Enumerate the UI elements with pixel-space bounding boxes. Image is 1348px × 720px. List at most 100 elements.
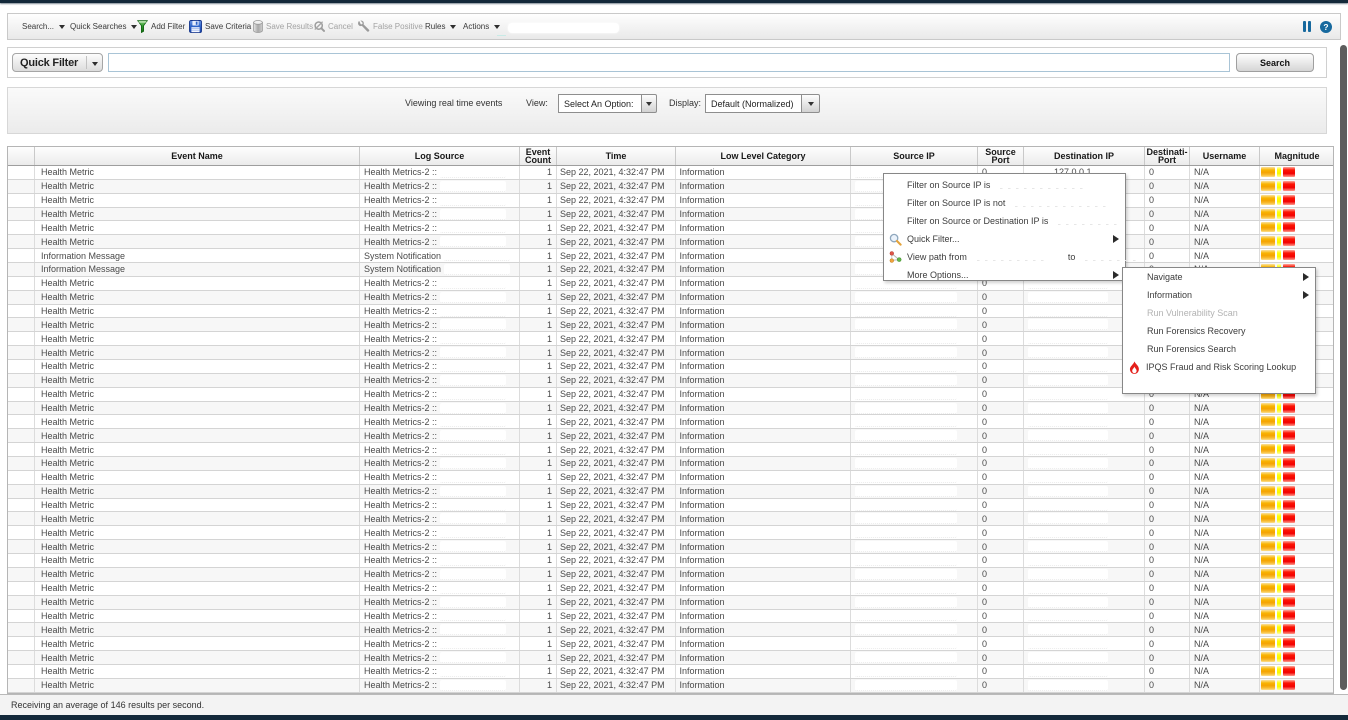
menu-item-view-path[interactable]: View path from to (884, 248, 1125, 266)
toolbar-item-save-criteria[interactable]: Save Criteria (189, 14, 251, 39)
table-row[interactable]: Health MetricHealth Metrics-2 ::1Sep 22,… (8, 194, 1333, 208)
toolbar-item-label: Actions (463, 22, 489, 31)
redacted-log-source (440, 541, 506, 552)
table-row[interactable]: Health MetricHealth Metrics-2 ::1Sep 22,… (8, 485, 1333, 499)
submenu-item-ipqs-fraud-lookup[interactable]: IPQS Fraud and Risk Scoring Lookup (1123, 358, 1315, 376)
toolbar-item-actions[interactable]: Actions (463, 14, 500, 39)
table-row[interactable]: Health MetricHealth Metrics-2 ::1Sep 22,… (8, 429, 1333, 443)
menu-item-filter-source-or-destination-ip-is[interactable]: Filter on Source or Destination IP is (884, 212, 1125, 230)
display-select[interactable]: Default (Normalized) (705, 94, 820, 113)
table-row[interactable]: Health MetricHealth Metrics-2 ::1Sep 22,… (8, 623, 1333, 637)
column-header-4[interactable]: Time (557, 147, 676, 165)
cell-low-level-category: Information (676, 360, 851, 373)
table-row[interactable]: Health MetricHealth Metrics-2 ::1Sep 22,… (8, 540, 1333, 554)
table-row[interactable]: Health MetricHealth Metrics-2 ::1Sep 22,… (8, 651, 1333, 665)
vertical-scrollbar-thumb[interactable] (1340, 45, 1347, 690)
cell-low-level-category: Information (676, 471, 851, 484)
toolbar-item-search[interactable]: Search... (22, 14, 65, 39)
redacted-destination-ip (1028, 527, 1108, 538)
table-row[interactable]: Health MetricHealth Metrics-2 ::1Sep 22,… (8, 665, 1333, 679)
menu-item-filter-source-ip-is-not[interactable]: Filter on Source IP is not (884, 194, 1125, 212)
column-header-11[interactable]: Magnitude (1260, 147, 1333, 165)
table-row[interactable]: Health MetricHealth Metrics-2 ::1Sep 22,… (8, 554, 1333, 568)
table-row[interactable]: Health MetricHealth Metrics-2 ::1Sep 22,… (8, 679, 1333, 693)
table-row[interactable]: Health MetricHealth Metrics-2 ::1Sep 22,… (8, 582, 1333, 596)
redacted-destination-ip (1028, 403, 1108, 414)
quick-filter-dropdown-button[interactable]: Quick Filter (12, 53, 103, 72)
redacted-value (1000, 181, 1085, 189)
redacted-log-source (440, 236, 506, 247)
toolbar-item-add-filter[interactable]: Add Filter (137, 14, 185, 39)
menu-item-more-options[interactable]: More Options... (884, 266, 1125, 284)
submenu-item-navigate[interactable]: Navigate (1123, 268, 1315, 286)
table-row[interactable]: Health MetricHealth Metrics-2 ::1Sep 22,… (8, 610, 1333, 624)
column-header-2[interactable]: Log Source (360, 147, 520, 165)
table-row[interactable]: Health MetricHealth Metrics-2 ::1Sep 22,… (8, 457, 1333, 471)
column-header-5[interactable]: Low Level Category (676, 147, 851, 165)
cell-event-count: 1 (520, 318, 557, 331)
cell-destination-ip (1024, 485, 1145, 498)
table-row[interactable]: Health MetricHealth Metrics-2 ::1Sep 22,… (8, 596, 1333, 610)
submenu-item-information[interactable]: Information (1123, 286, 1315, 304)
view-select[interactable]: Select An Option: (558, 94, 657, 113)
cell-event-count: 1 (520, 540, 557, 553)
column-header-1[interactable]: Event Name (35, 147, 360, 165)
redacted-log-source (440, 430, 506, 441)
column-header-9[interactable]: Destinati-Port (1145, 147, 1190, 165)
table-row[interactable]: Health MetricHealth Metrics-2 ::1Sep 22,… (8, 568, 1333, 582)
submenu-item-run-forensics-recovery[interactable]: Run Forensics Recovery (1123, 322, 1315, 340)
cell-row-select (8, 332, 35, 345)
pause-icon[interactable] (1303, 21, 1312, 33)
column-header-0[interactable] (8, 147, 35, 165)
magnitude-bar (1261, 555, 1295, 565)
cell-source-port: 0 (978, 623, 1024, 636)
cell-event-name: Health Metric (35, 415, 360, 428)
table-row[interactable]: Health MetricHealth Metrics-2 ::1Sep 22,… (8, 471, 1333, 485)
column-header-3[interactable]: EventCount (520, 147, 557, 165)
toolbar-item-cancel[interactable]: Cancel (314, 14, 353, 39)
toolbar-item-quick-searches[interactable]: Quick Searches (70, 14, 137, 39)
submenu-item-run-forensics-search[interactable]: Run Forensics Search (1123, 340, 1315, 358)
table-row[interactable]: Health MetricHealth Metrics-2 ::1Sep 22,… (8, 166, 1333, 180)
table-row[interactable]: Health MetricHealth Metrics-2 ::1Sep 22,… (8, 443, 1333, 457)
redacted-source-ip (855, 306, 957, 317)
cell-row-select (8, 443, 35, 456)
table-row[interactable]: Health MetricHealth Metrics-2 ::1Sep 22,… (8, 180, 1333, 194)
menu-item-quick-filter[interactable]: Quick Filter... (884, 230, 1125, 248)
magnitude-bar (1261, 527, 1295, 537)
cell-event-name: Health Metric (35, 208, 360, 221)
table-row[interactable]: Health MetricHealth Metrics-2 ::1Sep 22,… (8, 208, 1333, 222)
column-header-7[interactable]: SourcePort (978, 147, 1024, 165)
toolbar-item-rules[interactable]: Rules (425, 14, 456, 39)
table-row[interactable]: Health MetricHealth Metrics-2 ::1Sep 22,… (8, 402, 1333, 416)
column-header-6[interactable]: Source IP (851, 147, 978, 165)
cell-row-select (8, 263, 35, 276)
toolbar-item-save-results[interactable]: Save Results (253, 14, 313, 39)
table-row[interactable]: Health MetricHealth Metrics-2 ::1Sep 22,… (8, 637, 1333, 651)
cell-event-name: Health Metric (35, 277, 360, 290)
display-select-arrow-button[interactable] (802, 94, 820, 113)
cell-low-level-category: Information (676, 402, 851, 415)
toolbar-item-false-positive[interactable]: False Positive (357, 14, 423, 39)
cell-low-level-category: Information (676, 305, 851, 318)
table-row[interactable]: Health MetricHealth Metrics-2 ::1Sep 22,… (8, 526, 1333, 540)
search-button[interactable]: Search (1236, 53, 1314, 72)
cell-time: Sep 22, 2021, 4:32:47 PM (557, 596, 676, 609)
redacted-log-source (444, 264, 510, 275)
table-row[interactable]: Health MetricHealth Metrics-2 ::1Sep 22,… (8, 221, 1333, 235)
menu-item-filter-source-ip-is[interactable]: Filter on Source IP is (884, 176, 1125, 194)
column-header-10[interactable]: Username (1190, 147, 1260, 165)
cell-log-source: Health Metrics-2 :: (360, 665, 520, 678)
view-select-arrow-button[interactable] (642, 94, 657, 113)
help-icon[interactable]: ? (1320, 21, 1332, 33)
table-row[interactable]: Health MetricHealth Metrics-2 ::1Sep 22,… (8, 512, 1333, 526)
redacted-source-ip (855, 610, 957, 621)
table-row[interactable]: Health MetricHealth Metrics-2 ::1Sep 22,… (8, 415, 1333, 429)
table-row[interactable]: Health MetricHealth Metrics-2 ::1Sep 22,… (8, 235, 1333, 249)
search-input[interactable] (108, 53, 1230, 72)
cell-source-ip (851, 665, 978, 678)
redacted-log-source (440, 292, 506, 303)
column-header-8[interactable]: Destination IP (1024, 147, 1145, 165)
cell-row-select (8, 235, 35, 248)
table-row[interactable]: Health MetricHealth Metrics-2 ::1Sep 22,… (8, 499, 1333, 513)
